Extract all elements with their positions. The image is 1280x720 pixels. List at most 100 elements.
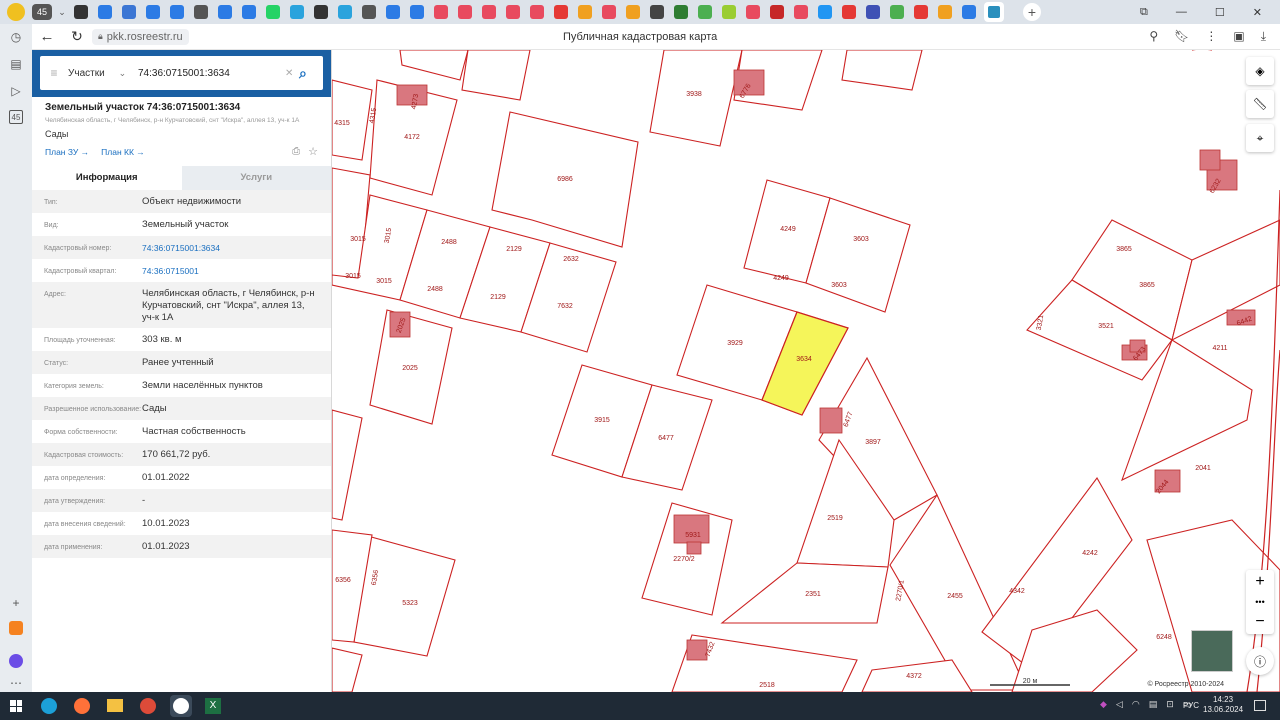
browser-tab-icon[interactable] [578,5,592,19]
browser-tab-icon[interactable] [506,5,520,19]
browser-tab-icon[interactable] [290,5,304,19]
mail-app-icon[interactable] [9,621,23,635]
browser-tab-icon[interactable] [746,5,760,19]
browser-tab-icon[interactable] [242,5,256,19]
info-value-link[interactable]: 74:36:0715001:3634 [142,240,220,254]
browser-tab-icon[interactable] [98,5,112,19]
search-input[interactable]: 74:36:0715001:3634 [134,68,285,79]
plan-zu-link[interactable]: План ЗУ → [45,147,89,157]
measure-button[interactable]: 📏︎ [1246,90,1274,118]
tab-count-badge[interactable]: 45 [32,4,52,20]
browser-tab-icon[interactable] [770,5,784,19]
browser-tab-icon[interactable] [146,5,160,19]
browser-tab-icon[interactable] [722,5,736,19]
excel-icon[interactable]: X [205,698,221,714]
reader-icon[interactable]: ▣ [1233,29,1244,44]
clock[interactable]: 14:23 13.06.2024 [1203,695,1243,715]
tab-list-chevron-icon[interactable]: ⌄ [55,7,69,18]
tab-info[interactable]: Информация [32,166,182,190]
wifi-icon[interactable]: ◠ [1132,699,1140,710]
edge-icon[interactable] [41,698,57,714]
close-window-icon[interactable]: ✕ [1253,6,1262,19]
browser-tab-icon[interactable] [74,5,88,19]
browser-tab-icon[interactable] [218,5,232,19]
tab-services[interactable]: Услуги [181,166,331,190]
browser-tab-icon[interactable] [170,5,184,19]
notes-icon[interactable]: ▤ [9,57,23,71]
cadastral-map[interactable]: 4315 4315 4172 4273 3938 6776 6986 3015 3015 3015… [332,50,1280,692]
zoom-in-button[interactable]: + [1255,573,1264,591]
browser-tab-icon[interactable] [266,5,280,19]
add-panel-icon[interactable]: + [9,596,23,610]
plan-kk-link[interactable]: План КК → [101,147,145,157]
language-indicator[interactable]: РУС [1183,701,1199,710]
window-restore-icon[interactable]: ⧉ [1140,6,1148,19]
browser-tab-icon[interactable] [458,5,472,19]
network-icon[interactable]: ⊡ [1166,699,1174,710]
browser-tab-icon[interactable] [962,5,976,19]
browser-tab-icon[interactable] [602,5,616,19]
reload-icon[interactable]: ↻ [62,28,92,45]
alice-assistant-icon[interactable] [9,654,23,668]
file-explorer-icon[interactable] [107,699,123,712]
parcel-label: 4249 [780,226,796,233]
browser-tab-icon[interactable] [554,5,568,19]
notifications-icon[interactable] [1254,700,1266,711]
browser-tab-icon[interactable] [842,5,856,19]
layers-button[interactable]: ◈ [1246,57,1274,85]
print-icon[interactable]: ⎙ [292,146,300,157]
media-icon[interactable]: ▷ [9,84,23,98]
satellite-minimap[interactable] [1191,630,1233,672]
yandex-browser-icon[interactable] [170,695,192,717]
chrome-icon[interactable] [140,698,156,714]
new-tab-button[interactable]: + [1023,3,1041,21]
browser-tab-icon[interactable] [386,5,400,19]
clear-search-icon[interactable]: ✕ [285,68,299,79]
tray-app-icon[interactable]: ◆ [1100,699,1107,710]
browser-tab-icon[interactable] [650,5,664,19]
browser-tab-icon[interactable] [794,5,808,19]
search-icon[interactable]: ⌕ [299,65,323,82]
browser-tab-icon[interactable] [314,5,328,19]
location-pin-icon[interactable]: ⚲ [1149,29,1158,44]
browser-tab-icon[interactable] [890,5,904,19]
firefox-icon[interactable] [74,698,90,714]
category-select[interactable]: Участки ⌄ [68,68,134,79]
info-button[interactable]: ⓘ [1246,647,1274,675]
browser-tab-icon[interactable] [530,5,544,19]
info-value-link[interactable]: 74:36:0715001 [142,263,199,277]
star-icon[interactable]: ☆ [308,145,318,158]
menu-dots-icon[interactable]: ⋮ [1205,29,1217,44]
active-tab[interactable] [984,2,1004,22]
browser-tab-icon[interactable] [122,5,136,19]
volume-icon[interactable]: ◁ [1116,699,1123,710]
browser-tab-icon[interactable] [482,5,496,19]
browser-tab-icon[interactable] [410,5,424,19]
tray-icon[interactable]: ▤ [1149,699,1158,710]
browser-tab-icon[interactable] [362,5,376,19]
browser-tab-icon[interactable] [674,5,688,19]
minimize-icon[interactable]: — [1176,6,1187,19]
maximize-icon[interactable]: ☐ [1215,6,1225,19]
history-icon[interactable]: ◷ [9,30,23,44]
start-icon[interactable] [10,700,22,712]
rail-more-icon[interactable]: ⋯ [9,676,23,690]
browser-tab-icon[interactable] [626,5,640,19]
downloads-icon[interactable]: ⤓ [1261,29,1266,44]
browser-tab-icon[interactable] [914,5,928,19]
browser-tab-icon[interactable] [434,5,448,19]
hamburger-icon[interactable]: ≡ [40,66,68,80]
browser-tab-icon[interactable] [818,5,832,19]
browser-tab-icon[interactable] [938,5,952,19]
browser-tab-icon[interactable] [194,5,208,19]
back-icon[interactable]: ← [32,28,62,45]
browser-tab-icon[interactable] [698,5,712,19]
calendar-icon[interactable]: 45 [9,110,23,124]
url-pill[interactable]: 🔒︎ pkk.rosreestr.ru [92,28,189,45]
bookmark-icon[interactable]: 🔖︎ [1174,29,1189,44]
zoom-out-button[interactable]: − [1255,613,1264,631]
browser-tab-icon[interactable] [338,5,352,19]
browser-tab-icon[interactable] [866,5,880,19]
browser-profile-icon[interactable] [0,0,32,24]
locate-button[interactable]: ⌖ [1246,124,1274,152]
